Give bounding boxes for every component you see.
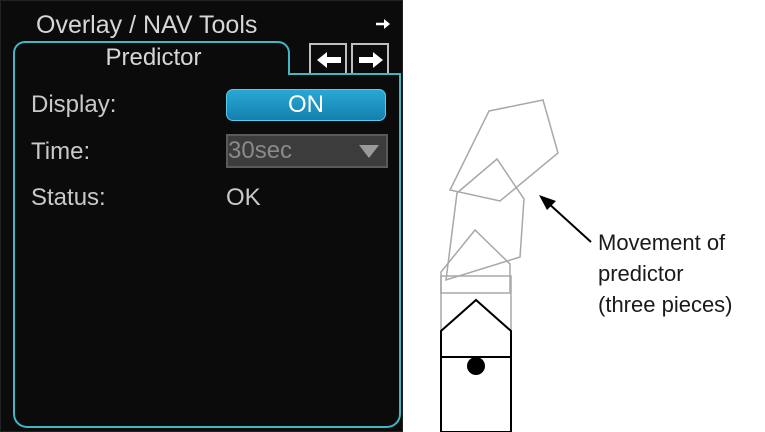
left-arrow-icon <box>317 52 341 68</box>
caption-line-1: Movement of <box>598 230 726 255</box>
next-tab-button[interactable] <box>351 43 389 75</box>
previous-tab-button[interactable] <box>309 43 347 75</box>
caption-line-3: (three pieces) <box>598 292 733 317</box>
predictor-movement-diagram <box>440 99 592 432</box>
tab-bar: Predictor <box>13 41 401 75</box>
caption-line-2: predictor <box>598 261 684 286</box>
own-ship-bow-outline <box>440 275 512 358</box>
predictor-dialog: Overlay / NAV Tools Predictor Display: O… <box>0 0 403 432</box>
right-arrow-icon[interactable] <box>375 15 393 33</box>
time-label: Time: <box>31 138 91 165</box>
status-value: OK <box>226 184 261 211</box>
own-ship-bow <box>440 298 512 357</box>
dropdown-caret-icon <box>359 145 379 158</box>
predictor-content <box>13 73 401 428</box>
display-on-button[interactable]: ON <box>226 89 386 121</box>
predictor-piece-2 <box>445 157 525 282</box>
leader-line <box>546 201 592 243</box>
tab-predictor[interactable]: Predictor <box>13 41 290 75</box>
own-ship-position-dot <box>467 357 485 375</box>
right-arrow-icon <box>359 52 383 68</box>
status-label: Status: <box>31 184 106 211</box>
display-label: Display: <box>31 91 117 118</box>
time-select[interactable]: 30sec <box>226 134 388 168</box>
time-value: 30sec <box>228 137 293 164</box>
display-on-label: ON <box>288 91 324 118</box>
window-title: Overlay / NAV Tools <box>36 11 258 39</box>
tab-predictor-label: Predictor <box>105 44 202 71</box>
